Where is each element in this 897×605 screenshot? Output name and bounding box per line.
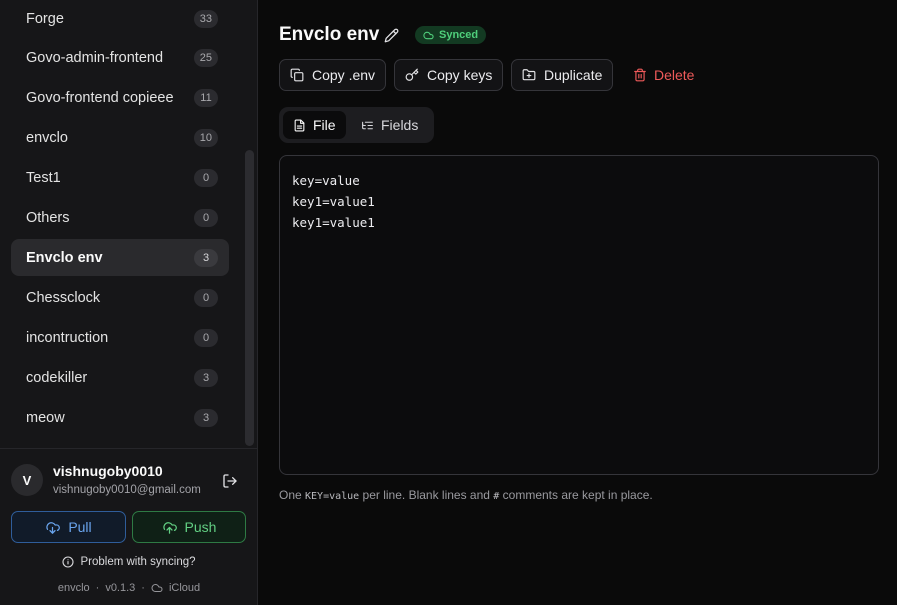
hint-code: KEY=value	[305, 491, 360, 502]
pull-label: Pull	[68, 519, 92, 535]
trash-icon	[634, 68, 646, 82]
env-name: codekiller	[26, 369, 88, 386]
copy-keys-button[interactable]: Copy keys	[394, 59, 504, 91]
env-name: meow	[26, 409, 65, 426]
env-item-codekiller[interactable]: codekiller 3	[11, 359, 229, 396]
hint-text: per line. Blank lines and	[359, 488, 494, 502]
copy-keys-label: Copy keys	[427, 67, 493, 83]
footer-separator: ·	[95, 582, 100, 594]
env-count-badge: 0	[194, 288, 218, 307]
hint-text: One	[279, 488, 306, 502]
env-count-badge: 25	[193, 48, 218, 67]
avatar: V	[11, 464, 43, 496]
env-name: Others	[26, 209, 70, 226]
user-email: vishnugoby0010@gmail.com	[53, 484, 201, 496]
env-item-test1[interactable]: Test1 0	[11, 159, 229, 196]
env-file-editor[interactable]: key=value key1=value1 key1=value1	[279, 155, 879, 475]
tab-file[interactable]: File	[283, 111, 346, 139]
editor-line: key1=value1	[292, 215, 375, 230]
env-count-badge: 10	[193, 128, 218, 147]
env-item-chessclock[interactable]: Chessclock 0	[11, 279, 229, 316]
logout-icon	[223, 474, 237, 488]
env-name: envclo	[26, 129, 68, 146]
view-mode-tabs: File Fields	[279, 107, 434, 143]
page-title: Envclo env	[279, 24, 380, 45]
delete-button[interactable]: Delete	[633, 59, 694, 91]
env-count-badge: 3	[194, 368, 218, 387]
duplicate-label: Duplicate	[544, 67, 603, 83]
sidebar: Forge 33 Govo-admin-frontend 25 Govo-fro…	[0, 0, 258, 605]
env-name: Chessclock	[26, 289, 101, 306]
env-count-badge: 0	[194, 208, 218, 227]
storage-provider: iCloud	[168, 582, 201, 594]
env-name: Govo-frontend copieee	[26, 89, 174, 106]
status-badge: Synced	[415, 26, 487, 44]
env-item-forge[interactable]: Forge 33	[11, 0, 229, 37]
env-item-incontruction[interactable]: incontruction 0	[11, 319, 229, 356]
env-count-badge: 3	[194, 248, 218, 267]
tab-fields-label: Fields	[381, 117, 419, 133]
cloud-icon	[423, 31, 434, 39]
footer-separator: ·	[141, 582, 145, 594]
copy-icon	[290, 68, 304, 82]
env-count-badge: 11	[194, 88, 218, 107]
env-item-envclo[interactable]: envclo 10	[11, 119, 229, 156]
env-item-envclo-env[interactable]: Envclo env 3	[11, 239, 229, 276]
file-text-icon	[294, 119, 305, 131]
editor-hint: One KEY=value per line. Blank lines and …	[279, 488, 653, 502]
editor-line: key=value	[292, 173, 360, 188]
sync-problem-label: Problem with syncing?	[80, 556, 196, 568]
sidebar-divider	[0, 448, 258, 449]
push-button[interactable]: Push	[132, 511, 246, 543]
sync-problem-link[interactable]: Problem with syncing?	[0, 556, 258, 568]
env-item-govo-frontend-copieee[interactable]: Govo-frontend copieee 11	[11, 79, 229, 116]
copy-env-label: Copy .env	[312, 67, 376, 83]
tab-file-label: File	[313, 117, 336, 133]
duplicate-button[interactable]: Duplicate	[511, 59, 614, 91]
env-count-badge: 0	[194, 328, 218, 347]
hint-text: comments are kept in place.	[499, 488, 653, 502]
key-icon	[405, 68, 419, 81]
env-item-meow[interactable]: meow 3	[11, 399, 229, 436]
cloud-download-icon	[46, 521, 61, 534]
info-icon	[62, 556, 75, 568]
env-count-badge: 0	[194, 168, 218, 187]
sidebar-scrollbar[interactable]	[245, 150, 254, 446]
env-name: incontruction	[26, 329, 109, 346]
app-version: v0.1.3	[105, 582, 136, 594]
env-name: Envclo env	[26, 249, 103, 266]
env-item-govo-admin-frontend[interactable]: Govo-admin-frontend 25	[11, 39, 229, 76]
logout-button[interactable]	[220, 471, 240, 491]
pull-button[interactable]: Pull	[11, 511, 126, 543]
env-count-badge: 33	[193, 9, 218, 28]
environment-list: Forge 33 Govo-admin-frontend 25 Govo-fro…	[0, 0, 258, 448]
env-item-others[interactable]: Others 0	[11, 199, 229, 236]
env-name: Forge	[26, 10, 64, 27]
tab-fields[interactable]: Fields	[351, 111, 428, 139]
delete-label: Delete	[654, 67, 695, 83]
editor-line: key1=value1	[292, 194, 375, 209]
rename-button[interactable]	[382, 26, 400, 44]
copy-env-button[interactable]: Copy .env	[279, 59, 387, 91]
app-name: envclo	[57, 582, 90, 594]
list-tree-icon	[362, 121, 373, 129]
push-label: Push	[184, 519, 217, 535]
status-label: Synced	[439, 29, 479, 41]
env-name: Test1	[26, 169, 61, 186]
user-name: vishnugoby0010	[53, 463, 163, 479]
folder-plus-icon	[522, 69, 536, 81]
env-name: Govo-admin-frontend	[26, 49, 164, 66]
cloud-upload-icon	[162, 521, 177, 534]
pencil-icon	[384, 28, 398, 42]
env-count-badge: 3	[194, 408, 218, 427]
cloud-icon	[151, 584, 163, 592]
app-footer: envclo · v0.1.3 · iCloud	[0, 582, 258, 594]
